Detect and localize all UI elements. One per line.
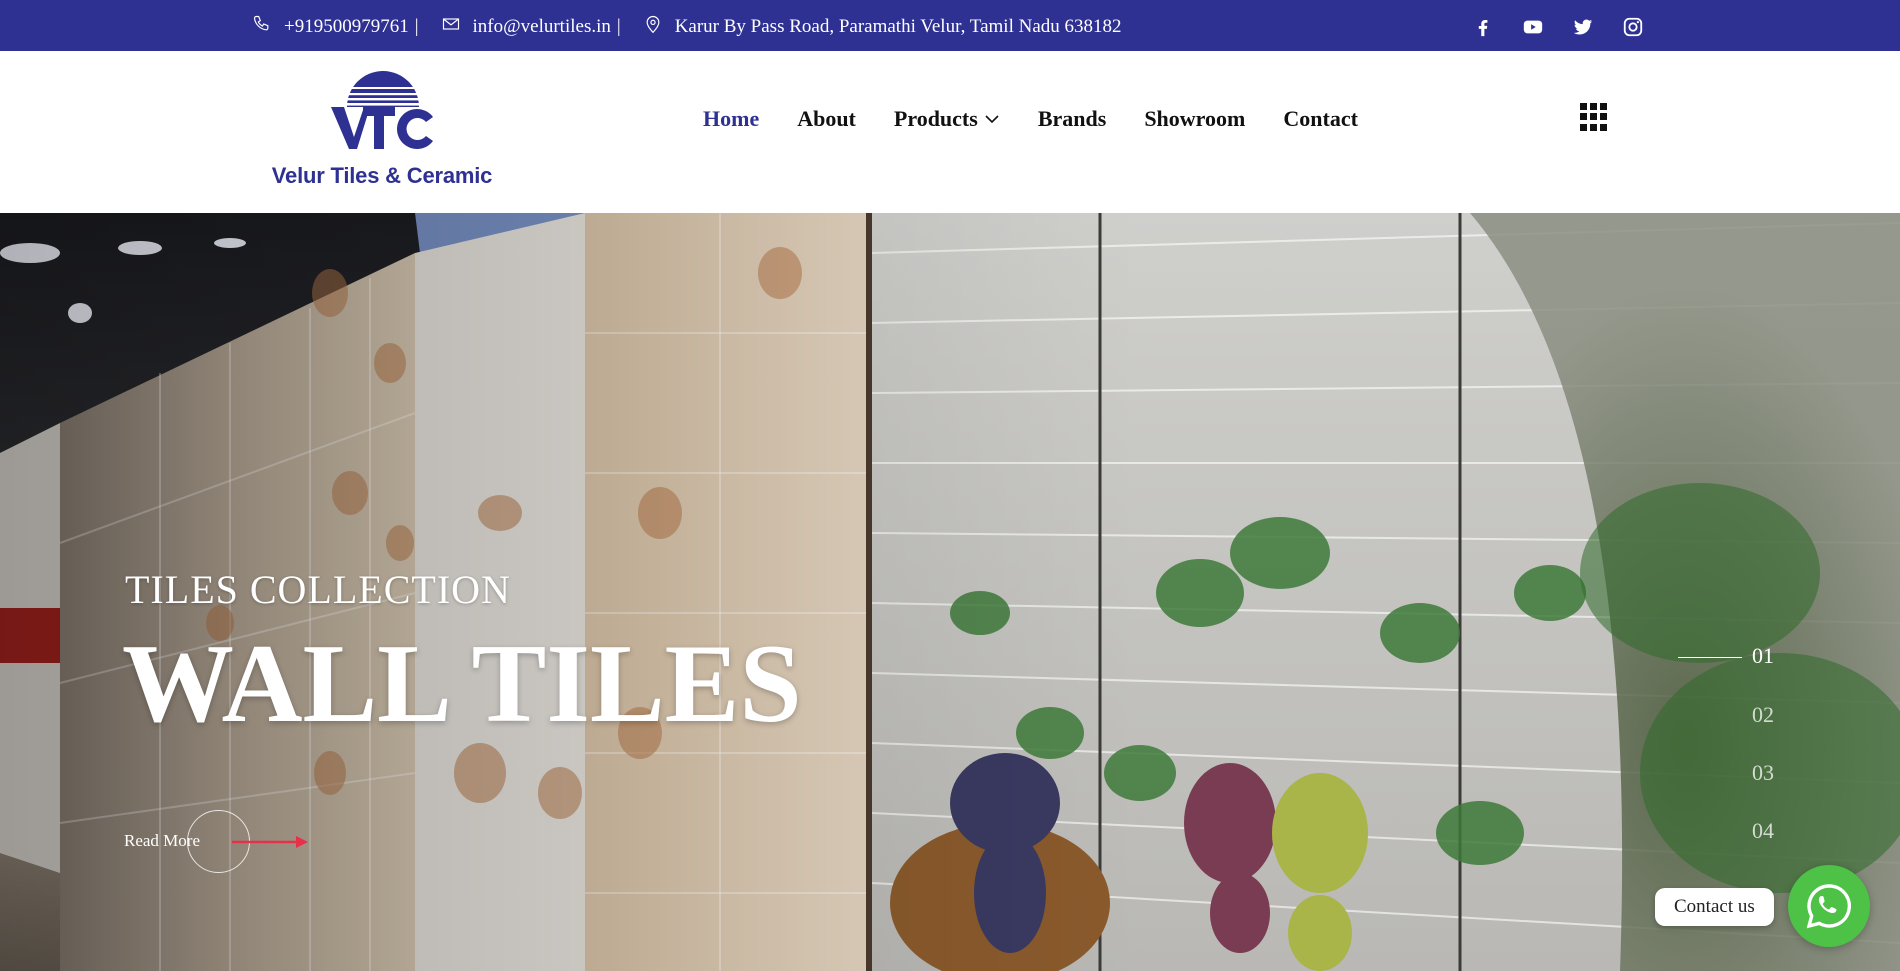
slide-dot-1[interactable]: 01 [1752,643,1774,669]
social-links [1472,16,1644,38]
contact-info: +919500979761 | info@velurtiles.in | Kar… [252,14,1122,40]
instagram-icon[interactable] [1622,16,1644,38]
youtube-icon[interactable] [1522,16,1544,38]
read-more-button[interactable]: Read More [124,810,324,874]
slide-dot-3[interactable]: 03 [1752,760,1774,786]
nav-products[interactable]: Products [894,106,1000,132]
hero-title: WALL TILES [122,622,802,746]
active-slide-indicator [1678,657,1742,658]
nav-showroom[interactable]: Showroom [1144,106,1245,132]
hero-subtitle: TILES COLLECTION [125,567,511,612]
twitter-icon[interactable] [1572,16,1594,38]
location-pin-icon [643,14,675,40]
nav-products-label: Products [893,106,978,131]
nav-brands[interactable]: Brands [1038,106,1106,132]
separator: | [414,16,419,37]
main-navigation: Home About Products Brands Showroom Cont… [703,106,1396,132]
facebook-icon[interactable] [1472,16,1494,38]
slide-dot-4[interactable]: 04 [1752,818,1774,844]
phone-item[interactable]: +919500979761 | [252,14,423,40]
grid-menu-icon[interactable] [1580,103,1608,131]
arrow-right-icon [232,836,308,848]
read-more-label: Read More [124,831,201,850]
email-address: info@velurtiles.in [472,16,611,37]
nav-contact[interactable]: Contact [1283,106,1358,132]
separator: | [616,16,621,37]
phone-number: +919500979761 [284,16,409,37]
email-icon [441,14,473,40]
site-header: Velur Tiles & Ceramic Home About Product… [0,51,1900,213]
vtc-logo-mark [329,71,437,149]
nav-home[interactable]: Home [703,106,759,132]
whatsapp-button[interactable] [1788,865,1870,947]
whatsapp-contact-label[interactable]: Contact us [1655,888,1774,926]
phone-icon [252,14,284,40]
nav-about[interactable]: About [797,106,856,132]
whatsapp-icon [1806,884,1851,929]
chevron-down-icon [985,115,999,124]
address-item: Karur By Pass Road, Paramathi Velur, Tam… [643,14,1122,40]
slide-dot-2[interactable]: 02 [1752,702,1774,728]
site-logo[interactable]: Velur Tiles & Ceramic [262,65,502,189]
logo-text: Velur Tiles & Ceramic [271,163,493,188]
address-text: Karur By Pass Road, Paramathi Velur, Tam… [674,16,1122,37]
hero-slider: TILES COLLECTION WALL TILES Read More 01… [0,213,1900,971]
top-contact-bar: +919500979761 | info@velurtiles.in | Kar… [0,0,1900,51]
email-item[interactable]: info@velurtiles.in | [441,14,625,40]
